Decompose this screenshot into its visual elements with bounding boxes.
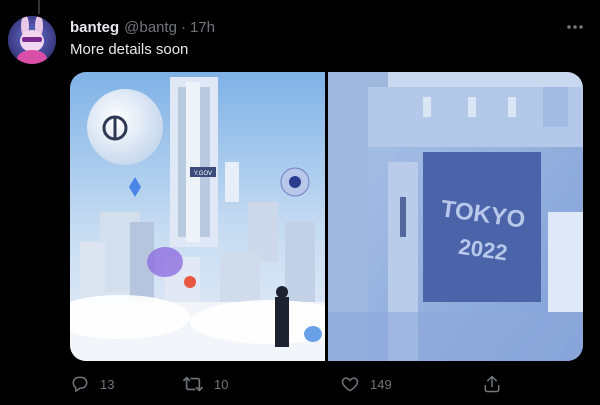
avatar-image — [8, 16, 56, 64]
heart-icon — [341, 377, 359, 392]
thread-connector-line — [38, 0, 40, 14]
media-image-right[interactable]: TOKYO 2022 — [328, 72, 583, 361]
timestamp[interactable]: 17h — [190, 19, 215, 36]
tweet-actions: 13 10 149 — [70, 372, 520, 396]
reply-count: 13 — [100, 376, 115, 392]
avatar[interactable] — [8, 16, 56, 64]
more-icon — [567, 25, 583, 29]
tweet-text: More details soon — [70, 41, 189, 58]
media-image-left[interactable]: Y.GOV — [70, 72, 325, 361]
tweet-header: banteg @bantg · 17h — [70, 17, 215, 37]
reply-button[interactable]: 13 — [70, 372, 114, 396]
retweet-button[interactable]: 10 — [182, 372, 228, 396]
share-button[interactable] — [482, 372, 512, 396]
display-name[interactable]: banteg — [70, 19, 119, 36]
more-options-button[interactable] — [564, 16, 586, 38]
reply-icon — [72, 376, 88, 393]
sushi-mascot-icon — [304, 326, 322, 342]
curve-icon — [289, 176, 301, 188]
cyber-city-illustration: Y.GOV — [70, 72, 325, 361]
tokyo-building-photo: TOKYO 2022 — [328, 72, 583, 361]
header-separator: · — [180, 18, 186, 36]
user-handle[interactable]: @bantg — [124, 19, 177, 36]
tokyo-sign: TOKYO 2022 — [423, 152, 541, 302]
like-button[interactable]: 149 — [340, 372, 392, 396]
retweet-icon — [183, 376, 203, 392]
ygov-sign: Y.GOV — [194, 171, 212, 177]
retweet-count: 10 — [214, 376, 229, 392]
ghost-creature-icon — [147, 247, 183, 277]
media-grid: Y.GOV TOKYO 2022 — [70, 72, 583, 361]
share-icon — [484, 375, 500, 393]
like-count: 149 — [370, 376, 392, 392]
person-figure — [275, 297, 289, 347]
